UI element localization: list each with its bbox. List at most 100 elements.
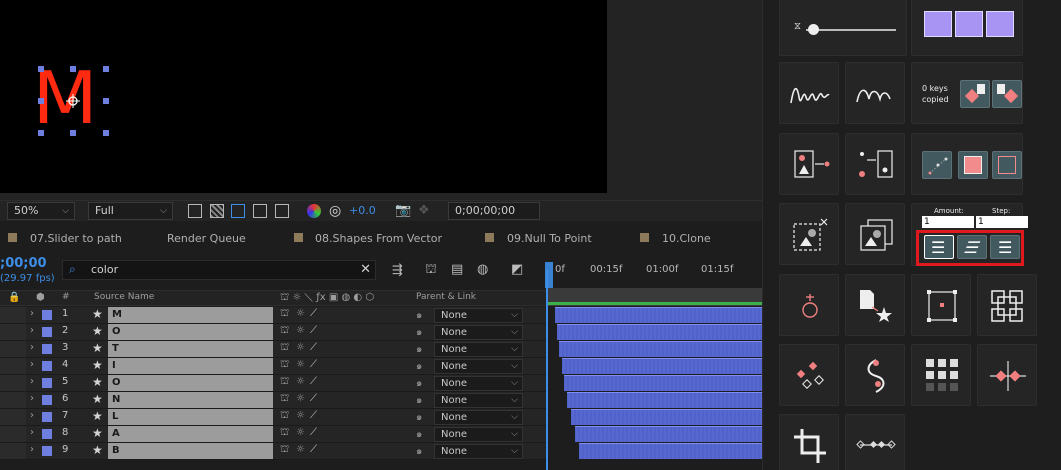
color-management-icon[interactable]: ◎: [329, 203, 341, 219]
exposure-value[interactable]: +0.0: [349, 204, 376, 217]
layer-row[interactable]: › 9 ★ B ⛫ ☼ ⟋ ๑ None ⌵: [0, 443, 546, 460]
label-color-swatch[interactable]: [42, 327, 52, 337]
loop-tile[interactable]: [845, 344, 905, 406]
label-color-swatch[interactable]: [42, 429, 52, 439]
transform-handle[interactable]: [38, 66, 44, 72]
collapse-icon[interactable]: ☼: [296, 342, 305, 353]
parent-dropdown[interactable]: None ⌵: [434, 308, 523, 323]
fill-square-button[interactable]: [958, 151, 988, 179]
layer-duration-bar[interactable]: [575, 426, 762, 442]
layer-name[interactable]: M: [108, 307, 273, 323]
layer-row[interactable]: › 2 ★ O ⛫ ☼ ⟋ ๑ None ⌵: [0, 324, 546, 341]
clear-search-icon[interactable]: ✕: [360, 262, 371, 277]
parent-dropdown[interactable]: None ⌵: [434, 393, 523, 408]
layer-duration-bar[interactable]: [562, 358, 762, 374]
collapse-icon[interactable]: ☼: [296, 393, 305, 404]
slider-tile[interactable]: ⧖: [779, 0, 907, 56]
transform-handle[interactable]: [38, 98, 44, 104]
label-color-swatch[interactable]: [42, 361, 52, 371]
quality-icon[interactable]: ⟋: [310, 393, 317, 404]
layer-duration-bar[interactable]: [579, 443, 762, 459]
parent-dropdown[interactable]: None ⌵: [434, 444, 523, 459]
shy-icon[interactable]: ⛫: [280, 359, 289, 372]
av-switches[interactable]: [0, 341, 26, 357]
align-skew-button[interactable]: ☰: [957, 235, 987, 259]
path-dots-button[interactable]: [922, 151, 952, 179]
anchor-point-icon[interactable]: [66, 94, 80, 108]
collapse-icon[interactable]: ☼: [296, 325, 305, 336]
guides-icon[interactable]: [253, 204, 267, 218]
amount-input[interactable]: 1: [922, 216, 974, 228]
tab-slider-to-path[interactable]: 07.Slider to path: [30, 232, 122, 245]
shy-icon[interactable]: ⛫: [280, 325, 289, 338]
column-parent-link[interactable]: Parent & Link: [416, 292, 476, 302]
resolution-dropdown[interactable]: Full ⌵: [88, 202, 173, 220]
quality-icon[interactable]: ⟋: [310, 359, 317, 370]
av-switches[interactable]: [0, 392, 26, 408]
tab-clone[interactable]: 10.Clone: [662, 232, 711, 245]
distribute-tile[interactable]: [845, 414, 905, 470]
wiggle-tile[interactable]: [779, 62, 839, 124]
motion-blur-icon[interactable]: ◍: [477, 262, 488, 277]
align-center-button[interactable]: ☰: [990, 235, 1020, 259]
collapse-icon[interactable]: ☼: [296, 427, 305, 438]
grid-purple-tile[interactable]: [911, 0, 1023, 56]
parent-dropdown[interactable]: None ⌵: [434, 359, 523, 374]
tab-shapes-from-vector[interactable]: 08.Shapes From Vector: [315, 232, 442, 245]
layer-row[interactable]: › 3 ★ T ⛫ ☼ ⟋ ๑ None ⌵: [0, 341, 546, 358]
layer-row[interactable]: › 4 ★ I ⛫ ☼ ⟋ ๑ None ⌵: [0, 358, 546, 375]
quality-icon[interactable]: ⟋: [310, 325, 317, 336]
pick-whip-icon[interactable]: ๑: [416, 342, 422, 357]
pick-whip-icon[interactable]: ๑: [416, 325, 422, 340]
shy-icon[interactable]: ⛫: [280, 427, 289, 440]
av-switches[interactable]: [0, 307, 26, 323]
chevron-right-icon[interactable]: ›: [30, 393, 34, 404]
transform-handle[interactable]: [103, 98, 109, 104]
shy-icon[interactable]: ⛫: [280, 376, 289, 389]
clone-tile[interactable]: [845, 203, 905, 265]
layer-name[interactable]: O: [108, 375, 273, 391]
copy-keys-tile[interactable]: 0 keys copied: [911, 62, 1023, 124]
grid-icon[interactable]: [275, 204, 289, 218]
transparency-grid-icon[interactable]: [210, 204, 224, 218]
current-time-field[interactable]: 0;00;00;00: [448, 202, 540, 220]
anchor-bottom-tile[interactable]: [779, 274, 839, 336]
draft-3d-icon[interactable]: ⛫: [425, 262, 437, 279]
pick-whip-icon[interactable]: ๑: [416, 359, 422, 374]
timeline-timecode[interactable]: ;00;00: [0, 256, 47, 271]
transform-handle[interactable]: [70, 130, 76, 136]
pick-whip-icon[interactable]: ๑: [416, 308, 422, 323]
transform-handle[interactable]: [103, 130, 109, 136]
av-switches[interactable]: [0, 358, 26, 374]
layer-row[interactable]: › 7 ★ L ⛫ ☼ ⟋ ๑ None ⌵: [0, 409, 546, 426]
layer-name[interactable]: L: [108, 409, 273, 425]
shy-icon[interactable]: ⛫: [280, 410, 289, 423]
parent-dropdown[interactable]: None ⌵: [434, 325, 523, 340]
layer-name[interactable]: A: [108, 426, 273, 442]
copy-keys-button[interactable]: [960, 80, 990, 108]
slider-thumb[interactable]: [808, 24, 819, 35]
column-source-name[interactable]: Source Name: [94, 292, 154, 302]
shy-icon[interactable]: ⛫: [280, 308, 289, 321]
shape-to-layer-tile[interactable]: [779, 133, 839, 195]
step-input[interactable]: 1: [976, 216, 1028, 228]
shy-icon[interactable]: ⛫: [280, 342, 289, 355]
stroke-square-button[interactable]: [992, 151, 1022, 179]
graph-editor-icon[interactable]: ◩: [511, 262, 523, 277]
transform-handle[interactable]: [38, 130, 44, 136]
label-color-swatch[interactable]: [42, 412, 52, 422]
channel-icon[interactable]: [307, 204, 321, 218]
label-color-swatch[interactable]: [42, 378, 52, 388]
parent-dropdown[interactable]: None ⌵: [434, 342, 523, 357]
snapshot-icon[interactable]: 📷: [395, 203, 411, 218]
label-color-swatch[interactable]: [42, 395, 52, 405]
layer-duration-bar[interactable]: [557, 324, 762, 340]
pick-whip-icon[interactable]: ๑: [416, 444, 422, 459]
quality-icon[interactable]: ⟋: [310, 342, 317, 353]
layer-name[interactable]: T: [108, 341, 273, 357]
remove-shapes-tile[interactable]: [779, 203, 839, 265]
chevron-right-icon[interactable]: ›: [30, 427, 34, 438]
zoom-dropdown[interactable]: 50% ⌵: [7, 202, 75, 220]
shy-icon[interactable]: ⛫: [280, 444, 289, 457]
av-switches[interactable]: [0, 409, 26, 425]
